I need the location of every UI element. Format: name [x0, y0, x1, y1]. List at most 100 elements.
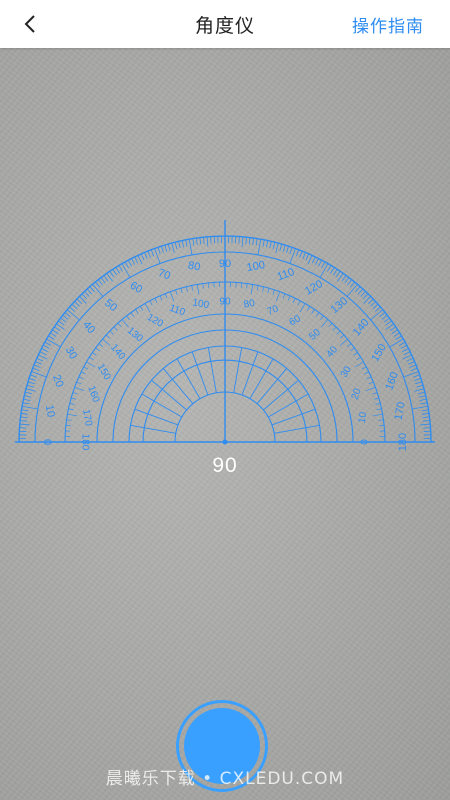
protractor-tick [420, 402, 428, 405]
protractor-tick [318, 259, 323, 267]
outer-scale-label: 110 [276, 266, 297, 283]
inner-scale-label: 90 [219, 297, 231, 308]
protractor-spoke [151, 379, 187, 411]
protractor-tick [195, 237, 198, 245]
protractor-tick [389, 326, 397, 332]
protractor-tick [292, 298, 296, 303]
protractor-tick [395, 335, 402, 340]
protractor-tick [46, 338, 61, 348]
protractor-tick [130, 312, 135, 317]
protractor-tick [126, 315, 130, 321]
guide-link[interactable]: 操作指南 [352, 12, 424, 37]
protractor-spoke [263, 379, 299, 411]
protractor-tick [297, 300, 301, 306]
outer-scale-label: 30 [63, 345, 80, 362]
protractor-tick [86, 361, 96, 368]
protractor-tick [30, 374, 37, 378]
inner-scale-label: 170 [80, 409, 94, 428]
protractor-tick [362, 293, 369, 300]
protractor-tick [422, 416, 430, 419]
protractor-tick [109, 330, 114, 335]
protractor-spoke [207, 347, 217, 393]
protractor-tick [115, 267, 120, 274]
protractor-tick [22, 402, 30, 405]
inner-scale-label: 20 [350, 387, 364, 402]
protractor-tick [20, 416, 28, 419]
protractor-tick [272, 289, 275, 295]
protractor-tick [95, 347, 100, 352]
protractor-tick [350, 347, 355, 352]
protractor-tick [370, 301, 376, 307]
protractor-spoke [233, 347, 243, 393]
protractor-tick [97, 279, 103, 286]
protractor-tick [257, 239, 262, 255]
protractor-tick [81, 371, 86, 375]
protractor-tick [139, 306, 144, 311]
protractor-tick [74, 301, 80, 307]
protractor-tick [76, 298, 83, 305]
protractor-tick [28, 377, 36, 381]
outer-scale-label: 80 [187, 260, 201, 274]
protractor-tick [314, 258, 319, 265]
protractor-tick [78, 376, 84, 380]
protractor-tick [52, 329, 59, 334]
protractor-tick [372, 303, 379, 310]
protractor-tick [112, 269, 117, 276]
protractor-tick [50, 332, 57, 337]
back-button[interactable] [14, 8, 46, 40]
protractor-tick [26, 384, 34, 388]
protractor-tick [113, 326, 118, 331]
protractor-tick [319, 263, 329, 278]
protractor-tick [171, 242, 175, 253]
top-bar: 角度仪 操作指南 [0, 0, 450, 48]
protractor-tick [140, 253, 145, 261]
camera-view: 0 10 20 30 40 50 60 70 80 90 100 110 120 130 140 150 160… [0, 48, 450, 800]
inner-scale-label: 160 [85, 384, 101, 404]
protractor-tick [33, 364, 41, 368]
protractor-tick [71, 303, 78, 310]
protractor-tick [375, 402, 381, 405]
protractor-tick [321, 319, 329, 328]
protractor-tick [353, 352, 358, 356]
protractor-tick [256, 285, 259, 291]
protractor-tick [66, 309, 80, 321]
protractor-tick [69, 402, 75, 405]
protractor-tick [295, 249, 300, 257]
page-title: 角度仪 [194, 14, 255, 37]
protractor-tick [89, 286, 95, 293]
outer-scale-label: 70 [156, 267, 172, 282]
protractor-tick [72, 392, 78, 395]
protractor-tick [178, 241, 181, 249]
protractor-overlay[interactable]: 01020304050607080 90 100 110120130140150160… [0, 48, 450, 800]
protractor-spoke [130, 424, 176, 434]
protractor-tick [66, 419, 72, 421]
protractor-tick [164, 244, 168, 252]
protractor-tick [408, 361, 415, 365]
inner-scale-label: 30 [339, 364, 354, 380]
protractor-tick [83, 366, 89, 370]
protractor-tick [174, 242, 178, 250]
protractor-tick [328, 322, 333, 328]
inner-scale-label: 130 [125, 325, 145, 344]
protractor-tick [262, 239, 265, 247]
protractor-tick [364, 371, 369, 375]
protractor-tick [127, 259, 132, 267]
protractor-tick [36, 357, 44, 362]
protractor-tick [206, 236, 209, 247]
protractor-pivot [222, 439, 228, 445]
protractor-tick [416, 384, 424, 388]
protractor-tick [48, 335, 55, 340]
protractor-tick [169, 291, 175, 302]
protractor-tick [420, 423, 431, 426]
protractor-tick [105, 334, 111, 339]
protractor-tick [372, 392, 378, 395]
protractor-tick [400, 344, 408, 349]
protractor-tick [118, 265, 123, 272]
protractor-tick [95, 281, 101, 288]
angle-readout: 90 [212, 454, 238, 477]
protractor-tick [19, 423, 30, 426]
protractor-tick [336, 330, 341, 335]
outer-scale-label: 180 [397, 433, 409, 451]
protractor-tick [365, 386, 376, 392]
protractor-tick [306, 306, 311, 311]
